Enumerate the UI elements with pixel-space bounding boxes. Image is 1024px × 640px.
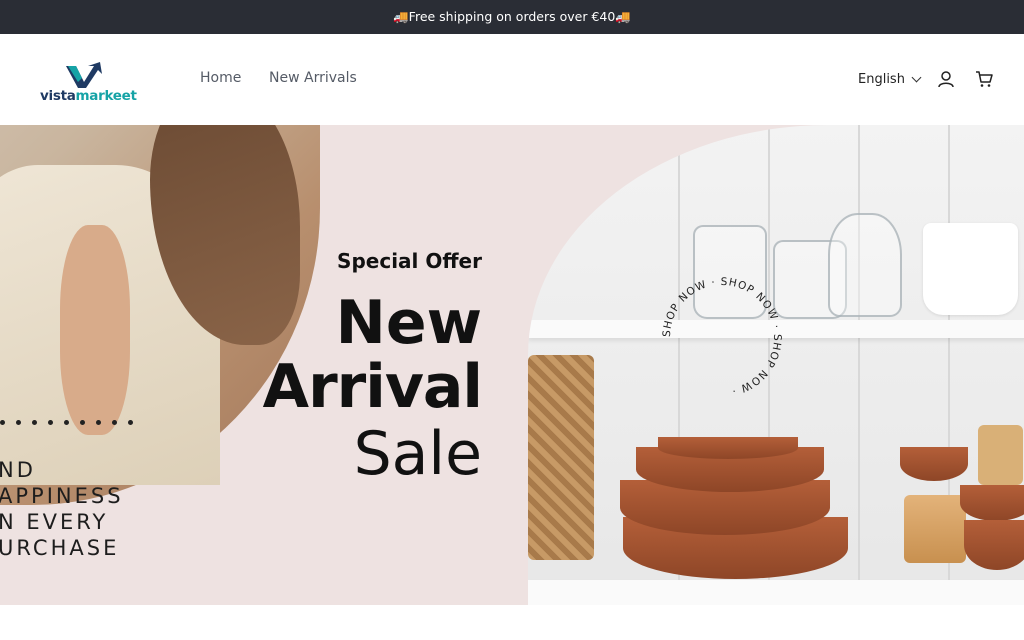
language-selector[interactable]: English [858, 72, 922, 87]
special-offer-label: Special Offer [337, 249, 482, 273]
slogan-line: URCHASE [0, 536, 120, 560]
headline-line1: New [335, 288, 482, 358]
decorative-dots [0, 420, 133, 425]
shop-now-badge[interactable]: SHOP NOW · SHOP NOW · SHOP NOW · [658, 273, 786, 401]
offer-block: Special Offer New Arrival Sale [230, 245, 483, 489]
account-button[interactable] [937, 70, 955, 88]
slogan-line: N EVERY [0, 510, 109, 534]
site-header: vistamarkeet Home New Arrivals English [0, 34, 1024, 124]
hero-banner[interactable]: SHOP NOW · SHOP NOW · SHOP NOW · Special… [0, 125, 1024, 605]
shop-now-text: SHOP NOW · SHOP NOW · SHOP NOW · [661, 276, 782, 397]
headline-line2: Arrival [262, 352, 483, 422]
slogan-line: APPINESS [0, 484, 124, 508]
logo-text: vistamarkeet [40, 88, 137, 104]
slogan-line: ND [0, 458, 36, 482]
logo[interactable]: vistamarkeet [40, 62, 137, 108]
announcement-bar: 🚚Free shipping on orders over €40🚚 [0, 0, 1024, 34]
logo-mark-icon [66, 62, 102, 88]
nav-home[interactable]: Home [200, 70, 241, 86]
announcement-text: 🚚Free shipping on orders over €40🚚 [393, 9, 631, 24]
chevron-down-icon [911, 72, 922, 83]
nav-new-arrivals[interactable]: New Arrivals [269, 70, 357, 86]
cart-icon [976, 71, 993, 87]
svg-text:SHOP NOW · SHOP NOW · SHOP NOW: SHOP NOW · SHOP NOW · SHOP NOW · [661, 276, 783, 397]
user-icon [938, 71, 954, 88]
headline-line3: Sale [353, 419, 482, 489]
cart-button[interactable] [975, 70, 993, 88]
language-label: English [858, 72, 905, 87]
hero-slogan: ND APPINESS N EVERY URCHASE [0, 457, 124, 561]
